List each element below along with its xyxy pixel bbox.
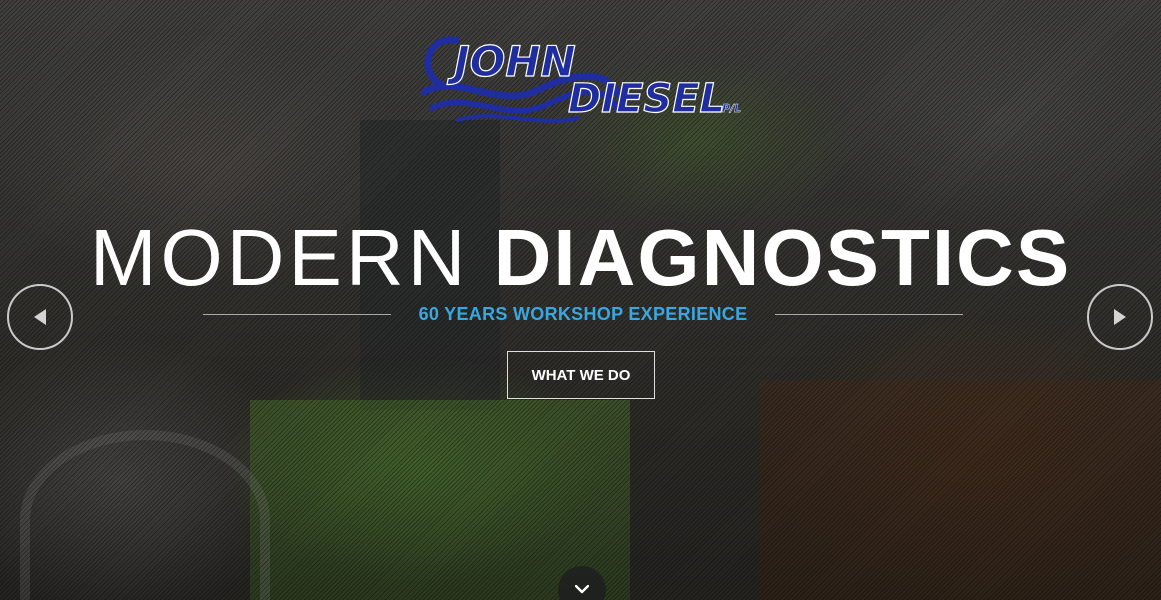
- hero-subtitle: 60 YEARS WORKSHOP EXPERIENCE: [418, 303, 748, 324]
- hero-subtitle-row: 60 YEARS WORKSHOP EXPERIENCE: [203, 302, 963, 326]
- site-logo[interactable]: JOHN DIESEL P/L: [418, 32, 748, 124]
- headline-bold: DIAGNOSTICS: [493, 213, 1072, 302]
- logo-word-john: JOHN: [447, 37, 576, 86]
- logo-word-diesel: DIESEL: [568, 76, 725, 122]
- triangle-left-icon: [34, 309, 46, 325]
- subtitle-rule-right: [774, 313, 963, 315]
- subtitle-rule-left: [203, 313, 391, 315]
- slider-prev-button[interactable]: [7, 284, 73, 350]
- logo-graphic: JOHN DIESEL P/L: [420, 36, 741, 123]
- slider-next-button[interactable]: [1087, 284, 1153, 350]
- triangle-right-icon: [1114, 309, 1126, 325]
- what-we-do-button[interactable]: WHAT WE DO: [507, 351, 655, 399]
- chevron-down-icon: [575, 585, 589, 594]
- hero-headline: MODERN DIAGNOSTICS: [0, 212, 1161, 304]
- logo-suffix: P/L: [722, 102, 741, 115]
- headline-light: MODERN: [89, 213, 470, 302]
- hero-slider: JOHN DIESEL P/L MODERN DIAGNOSTICS 60 YE…: [0, 0, 1161, 600]
